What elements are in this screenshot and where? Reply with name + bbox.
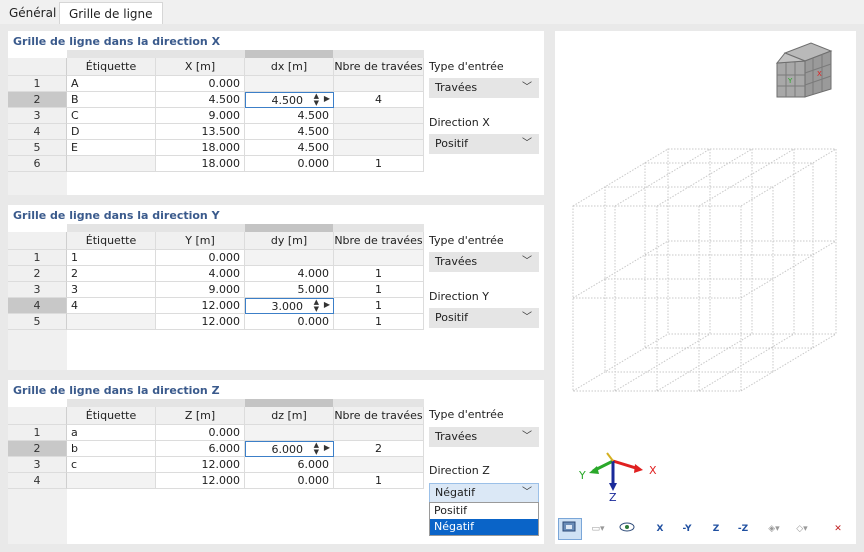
entry-type-select-y[interactable]: Travées ﹀ xyxy=(429,252,539,272)
panel-z-title: Grille de ligne dans la direction Z xyxy=(13,384,220,397)
entry-type-label: Type d'entrée xyxy=(429,234,504,247)
panel-grid-x: Grille de ligne dans la direction X Étiq… xyxy=(8,31,544,195)
chevron-down-icon: ﹀ xyxy=(522,312,532,323)
panel-x-title: Grille de ligne dans la direction X xyxy=(13,35,221,48)
display-options-button[interactable] xyxy=(558,518,582,540)
table-row[interactable]: 4 12.000 0.000 1 xyxy=(8,473,424,489)
chevron-down-icon: ﹀ xyxy=(522,487,532,498)
col-label-header: Étiquette xyxy=(67,58,156,76)
entry-type-select-z[interactable]: Travées ﹀ xyxy=(429,427,539,447)
chevron-down-icon: ﹀ xyxy=(522,82,532,93)
table-row[interactable]: 3 3 9.000 5.000 1 xyxy=(8,282,424,298)
chevron-down-icon: ﹀ xyxy=(522,138,532,149)
iso-view-icon: ◈▾ xyxy=(768,524,780,534)
direction-select-x[interactable]: Positif ﹀ xyxy=(429,134,539,154)
chevron-down-icon: ﹀ xyxy=(522,431,532,442)
view-minus-y-button[interactable]: -Y xyxy=(676,518,698,540)
view-z-button[interactable]: Z xyxy=(705,518,727,540)
grid-y-header: Étiquette Y [m] dy [m] Nbre de travées xyxy=(8,232,424,250)
table-row[interactable]: 5 E 18.000 4.500 xyxy=(8,140,424,156)
dx-edit-field[interactable]: 4.500 ▲ ▼ ▶ xyxy=(245,92,334,108)
col-count-header: Nbre de travées xyxy=(334,232,424,250)
direction-x-label: Direction X xyxy=(429,116,490,129)
grid-x-header: Étiquette X [m] dx [m] Nbre de travées xyxy=(8,58,424,76)
3d-preview[interactable]: Y X X Y Z xyxy=(555,31,856,514)
panel-grid-z: Grille de ligne dans la direction Z Étiq… xyxy=(8,380,544,544)
panel-y-title: Grille de ligne dans la direction Y xyxy=(13,209,220,222)
iso-view-button[interactable]: ◈▾ xyxy=(761,518,787,540)
direction-select-y[interactable]: Positif ﹀ xyxy=(429,308,539,328)
svg-text:Y: Y xyxy=(787,77,793,85)
direction-y-label: Direction Y xyxy=(429,290,489,303)
tab-general[interactable]: Général xyxy=(0,2,65,24)
view-minus-z-button[interactable]: -Z xyxy=(732,518,754,540)
direction-z-dropdown-list: Positif Négatif xyxy=(429,502,539,536)
direction-select-z[interactable]: Négatif ﹀ xyxy=(429,483,539,503)
caret-right-icon[interactable]: ▶ xyxy=(324,94,330,103)
chevron-down-icon: ﹀ xyxy=(522,256,532,267)
col-z-header: Z [m] xyxy=(156,407,245,425)
entry-type-label: Type d'entrée xyxy=(429,408,504,421)
grid-wireframe xyxy=(572,148,837,392)
reset-view-icon: ✕ xyxy=(834,524,842,534)
render-mode-icon: ▭▾ xyxy=(591,524,605,534)
dy-edit-field[interactable]: 3.000 ▲ ▼ ▶ xyxy=(245,298,334,314)
grid-z-header: Étiquette Z [m] dz [m] Nbre de travées xyxy=(8,407,424,425)
table-row[interactable]: 2 B 4.500 4.500 ▲ ▼ ▶ 4 xyxy=(8,92,424,108)
entry-type-label: Type d'entrée xyxy=(429,60,504,73)
table-row[interactable]: 4 4 12.000 3.000 ▲ ▼ ▶ 1 xyxy=(8,298,424,314)
axis-y-label: Y xyxy=(579,469,586,482)
col-label-header: Étiquette xyxy=(67,232,156,250)
spinner-icon[interactable]: ▲ ▼ xyxy=(314,442,319,456)
col-label-header: Étiquette xyxy=(67,407,156,425)
spinner-icon[interactable]: ▲ ▼ xyxy=(314,299,319,313)
col-dx-header: dx [m] xyxy=(245,58,334,76)
axis-z-label: Z xyxy=(609,491,617,504)
axis-x-label: X xyxy=(649,464,657,477)
dropdown-option-positive[interactable]: Positif xyxy=(430,503,538,519)
table-row[interactable]: 6 18.000 0.000 1 xyxy=(8,156,424,172)
col-count-header: Nbre de travées xyxy=(334,407,424,425)
entry-type-select-x[interactable]: Travées ﹀ xyxy=(429,78,539,98)
tab-line-grid[interactable]: Grille de ligne xyxy=(59,2,163,24)
view-toolbar: ▭▾ X -Y Z -Z ◈▾ ◇▾ ✕ xyxy=(555,514,856,544)
caret-right-icon[interactable]: ▶ xyxy=(324,300,330,309)
table-row[interactable]: 2 b 6.000 6.000 ▲ ▼ ▶ 2 xyxy=(8,441,424,457)
table-row[interactable]: 5 12.000 0.000 1 xyxy=(8,314,424,330)
col-y-header: Y [m] xyxy=(156,232,245,250)
col-count-header: Nbre de travées xyxy=(334,58,424,76)
perspective-button[interactable]: ◇▾ xyxy=(789,518,815,540)
col-x-header: X [m] xyxy=(156,58,245,76)
col-dy-header: dy [m] xyxy=(245,232,334,250)
table-row[interactable]: 2 2 4.000 4.000 1 xyxy=(8,266,424,282)
caret-right-icon[interactable]: ▶ xyxy=(324,443,330,452)
display-options-icon xyxy=(562,521,576,532)
table-row[interactable]: 3 c 12.000 6.000 xyxy=(8,457,424,473)
table-row[interactable]: 3 C 9.000 4.500 xyxy=(8,108,424,124)
reset-view-button[interactable]: ✕ xyxy=(827,518,849,540)
visibility-icon xyxy=(619,522,635,532)
table-row[interactable]: 1 A 0.000 xyxy=(8,76,424,92)
panel-grid-y: Grille de ligne dans la direction Y Étiq… xyxy=(8,205,544,370)
svg-text:X: X xyxy=(817,70,822,78)
dropdown-option-negative[interactable]: Négatif xyxy=(430,519,538,535)
view-x-button[interactable]: X xyxy=(649,518,671,540)
table-row[interactable]: 1 a 0.000 xyxy=(8,425,424,441)
spinner-icon[interactable]: ▲ ▼ xyxy=(314,93,319,107)
direction-z-label: Direction Z xyxy=(429,464,490,477)
perspective-icon: ◇▾ xyxy=(796,524,808,534)
render-mode-button[interactable]: ▭▾ xyxy=(586,518,610,540)
table-row[interactable]: 1 1 0.000 xyxy=(8,250,424,266)
dz-edit-field[interactable]: 6.000 ▲ ▼ ▶ xyxy=(245,441,334,457)
axis-gizmo-icon xyxy=(589,452,643,491)
tab-bar: Général Grille de ligne xyxy=(0,0,864,24)
view-cube-icon[interactable]: Y X xyxy=(773,39,835,101)
col-dz-header: dz [m] xyxy=(245,407,334,425)
visibility-button[interactable] xyxy=(616,518,638,540)
table-row[interactable]: 4 D 13.500 4.500 xyxy=(8,124,424,140)
